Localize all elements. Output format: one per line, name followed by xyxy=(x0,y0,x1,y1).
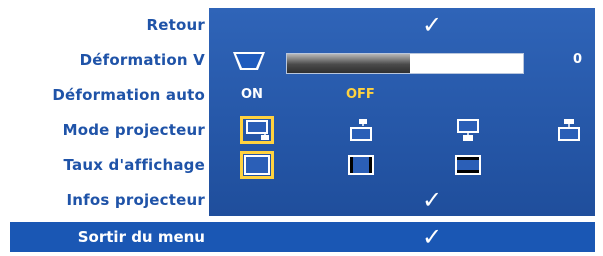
keystone-slider[interactable] xyxy=(286,53,524,74)
rear-ceiling-projection-icon[interactable] xyxy=(554,118,584,142)
exit-menu-label: Sortir du menu xyxy=(77,228,205,246)
checkmark-icon[interactable]: ✓ xyxy=(422,10,442,40)
row-deformation-v: 0 xyxy=(209,45,595,75)
keystone-slider-fill xyxy=(287,54,410,73)
row-deformation-auto: ON OFF xyxy=(209,80,595,110)
row-mode-projecteur xyxy=(209,115,595,145)
auto-keystone-on-option[interactable]: ON xyxy=(241,80,263,110)
menu-item-mode-projecteur[interactable]: Mode projecteur xyxy=(10,115,205,145)
aspect-4-3-icon[interactable] xyxy=(346,153,376,177)
menu-item-deformation-auto[interactable]: Déformation auto xyxy=(10,80,205,110)
checkmark-icon[interactable]: ✓ xyxy=(422,185,442,215)
keystone-value: 0 xyxy=(573,52,583,67)
auto-keystone-off-option[interactable]: OFF xyxy=(346,80,375,110)
row-infos-projecteur: ✓ xyxy=(209,185,595,215)
menu-item-retour[interactable]: Retour xyxy=(10,10,205,40)
menu-label-column: Retour Déformation V Déformation auto Mo… xyxy=(10,8,205,216)
aspect-wide-icon[interactable] xyxy=(453,153,483,177)
row-retour: ✓ xyxy=(209,10,595,40)
menu-item-taux-affichage[interactable]: Taux d'affichage xyxy=(10,150,205,180)
exit-menu-bar[interactable]: Sortir du menu ✓ xyxy=(10,222,595,252)
menu-value-panel: ✓ 0 ON OFF ✓ xyxy=(209,8,595,216)
row-taux-affichage xyxy=(209,150,595,180)
rear-desktop-projection-icon[interactable] xyxy=(453,118,483,142)
keystone-trapezoid-icon xyxy=(233,52,265,70)
menu-item-infos-projecteur[interactable]: Infos projecteur xyxy=(10,185,205,215)
aspect-original-icon[interactable] xyxy=(240,151,274,179)
front-desktop-projection-icon[interactable] xyxy=(240,116,274,144)
menu-item-deformation-v[interactable]: Déformation V xyxy=(10,45,205,75)
checkmark-icon[interactable]: ✓ xyxy=(422,222,442,252)
projector-osd-menu: Retour Déformation V Déformation auto Mo… xyxy=(10,8,595,252)
front-ceiling-projection-icon[interactable] xyxy=(346,118,376,142)
